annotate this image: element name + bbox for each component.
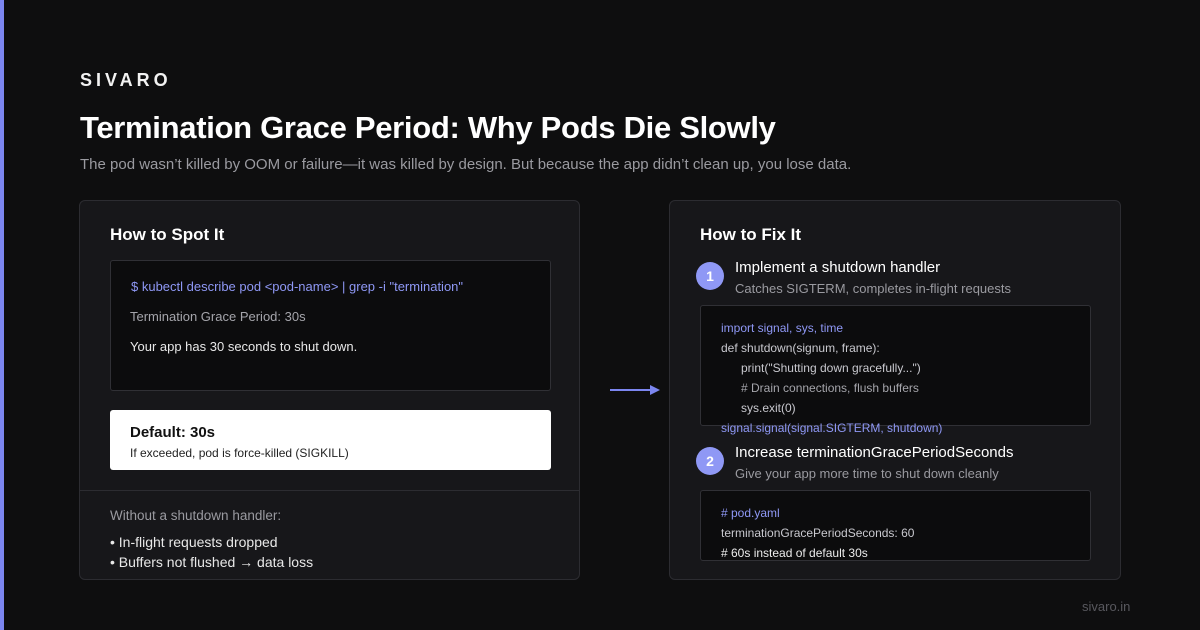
- fix-panel: How to Fix It 1 Implement a shutdown han…: [669, 200, 1121, 580]
- step-title: Implement a shutdown handler: [735, 259, 941, 276]
- accent-bar: [0, 0, 4, 630]
- code-line: terminationGracePeriodSeconds: 60: [721, 526, 915, 540]
- step-number-badge: 2: [696, 447, 724, 475]
- footer-url: sivaro.in: [1082, 599, 1131, 614]
- list-item: • In-flight requests dropped: [110, 534, 278, 550]
- code-line: # Drain connections, flush buffers: [741, 381, 919, 395]
- warning-label: Without a shutdown handler:: [110, 508, 282, 523]
- code-line: print("Shutting down gracefully..."): [741, 361, 921, 375]
- spot-panel: How to Spot It $ kubectl describe pod <p…: [79, 200, 580, 580]
- fix-heading: How to Fix It: [700, 225, 802, 244]
- default-subtitle: If exceeded, pod is force-killed (SIGKIL…: [130, 446, 349, 460]
- code-line: sys.exit(0): [741, 401, 796, 415]
- page-title: Termination Grace Period: Why Pods Die S…: [80, 110, 776, 145]
- list-item: • Buffers not flushed → data loss: [110, 554, 314, 570]
- page-subtitle: The pod wasn’t killed by OOM or failure—…: [80, 156, 852, 173]
- code-line: # 60s instead of default 30s: [721, 546, 868, 560]
- brand-logo: SIVARO: [80, 70, 172, 90]
- code-block: # pod.yaml terminationGracePeriodSeconds…: [700, 490, 1091, 561]
- divider: [80, 490, 579, 491]
- code-line: import signal, sys, time: [721, 321, 844, 335]
- right-arrow-icon: [610, 385, 660, 395]
- default-title: Default: 30s: [130, 424, 216, 441]
- spot-heading: How to Spot It: [110, 225, 225, 244]
- step-description: Catches SIGTERM, completes in-flight req…: [735, 281, 1011, 296]
- code-block: import signal, sys, time def shutdown(si…: [700, 305, 1091, 435]
- step-description: Give your app more time to shut down cle…: [735, 466, 999, 481]
- step-number-badge: 1: [696, 262, 724, 290]
- code-line: def shutdown(signum, frame):: [721, 341, 880, 355]
- step-title: Increase terminationGracePeriodSeconds: [735, 444, 1014, 461]
- terminal-output: Termination Grace Period: 30s: [130, 309, 306, 324]
- terminal-command: $ kubectl describe pod <pod-name> | grep…: [131, 279, 464, 294]
- terminal-explanation: Your app has 30 seconds to shut down.: [130, 339, 358, 354]
- terminal-block: $ kubectl describe pod <pod-name> | grep…: [110, 260, 551, 391]
- code-line: signal.signal(signal.SIGTERM, shutdown): [721, 421, 943, 435]
- warning-list: • In-flight requests dropped • Buffers n…: [110, 532, 313, 572]
- code-line: # pod.yaml: [721, 506, 780, 520]
- default-callout: Default: 30s If exceeded, pod is force-k…: [110, 410, 551, 470]
